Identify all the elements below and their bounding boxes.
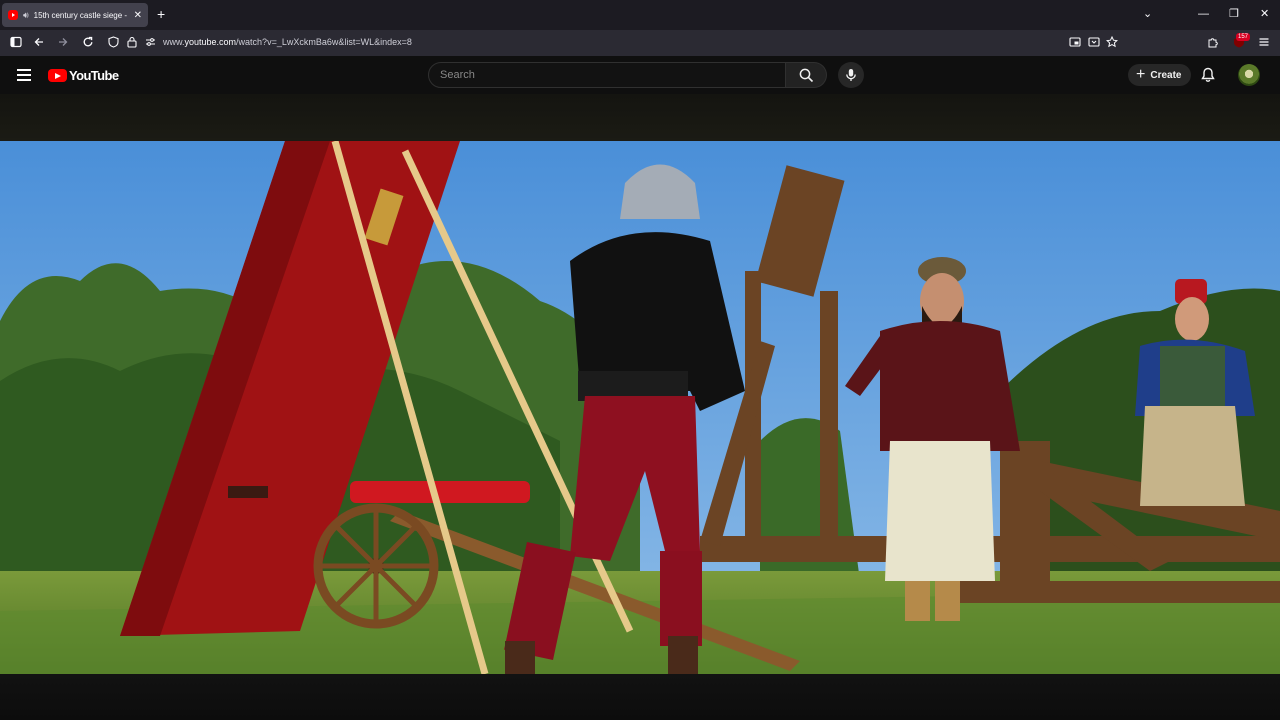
- extension-badge-count: 157: [1236, 33, 1251, 41]
- minimize-window-icon[interactable]: —: [1198, 8, 1209, 20]
- back-arrow-icon[interactable]: [33, 36, 45, 51]
- notifications-bell-icon[interactable]: [1201, 67, 1215, 88]
- video-letterbox-top: [0, 94, 1280, 141]
- tab-close-icon[interactable]: ✕: [134, 10, 142, 21]
- picture-in-picture-icon[interactable]: [1069, 36, 1081, 51]
- video-frame-siege-scene[interactable]: [0, 141, 1280, 674]
- url-domain: youtube.com: [184, 37, 237, 47]
- create-label: Create: [1150, 69, 1182, 81]
- close-window-icon[interactable]: ✕: [1260, 8, 1269, 20]
- menu-icon[interactable]: [17, 69, 31, 81]
- app-menu-icon[interactable]: [1258, 36, 1270, 51]
- search-icon: [799, 68, 813, 82]
- voice-search-button[interactable]: [838, 62, 864, 88]
- reload-icon[interactable]: [82, 36, 94, 51]
- search-input[interactable]: [429, 63, 785, 87]
- browser-tab-active[interactable]: 🔊︎ 15th century castle siege - ✕: [2, 3, 148, 27]
- youtube-header: YouTube + Create: [0, 56, 1280, 94]
- new-tab-button[interactable]: +: [157, 7, 165, 21]
- video-player[interactable]: [0, 94, 1280, 720]
- lock-icon[interactable]: [127, 36, 137, 51]
- browser-navigation-bar: www.youtube.com/watch?v=_LwXckmBa6w&list…: [0, 30, 1280, 56]
- plus-icon: +: [1136, 66, 1146, 83]
- browser-tab-strip: 🔊︎ 15th century castle siege - ✕ + ⌄ — ❐…: [0, 0, 1280, 30]
- shield-icon[interactable]: [108, 36, 119, 51]
- address-bar[interactable]: www.youtube.com/watch?v=_LwXckmBa6w&list…: [163, 37, 412, 47]
- create-button[interactable]: + Create: [1128, 64, 1192, 86]
- save-to-pocket-icon[interactable]: [1088, 36, 1100, 51]
- bookmark-star-icon[interactable]: [1105, 35, 1119, 51]
- youtube-favicon-icon: [8, 10, 18, 20]
- extensions-puzzle-icon[interactable]: [1207, 36, 1219, 51]
- search-button[interactable]: [786, 62, 827, 88]
- video-letterbox-bottom: [0, 674, 1280, 720]
- url-prefix: www.: [163, 37, 185, 47]
- list-all-tabs-icon[interactable]: ⌄: [1143, 8, 1152, 20]
- restore-window-icon[interactable]: ❐: [1229, 8, 1239, 20]
- forward-arrow-icon[interactable]: [57, 36, 69, 51]
- youtube-play-logo-icon: [48, 69, 67, 82]
- youtube-logo[interactable]: YouTube: [48, 68, 119, 83]
- avatar[interactable]: [1238, 64, 1260, 86]
- search-box: [428, 62, 786, 88]
- sidebar-toggle-icon[interactable]: [10, 36, 22, 51]
- microphone-icon: [846, 69, 856, 81]
- permissions-icon[interactable]: [145, 36, 156, 51]
- speaker-icon[interactable]: 🔊︎: [23, 10, 29, 21]
- tab-title: 15th century castle siege -: [33, 10, 128, 20]
- url-path: /watch?v=_LwXckmBa6w&list=WL&index=8: [236, 37, 412, 47]
- youtube-wordmark: YouTube: [69, 68, 119, 83]
